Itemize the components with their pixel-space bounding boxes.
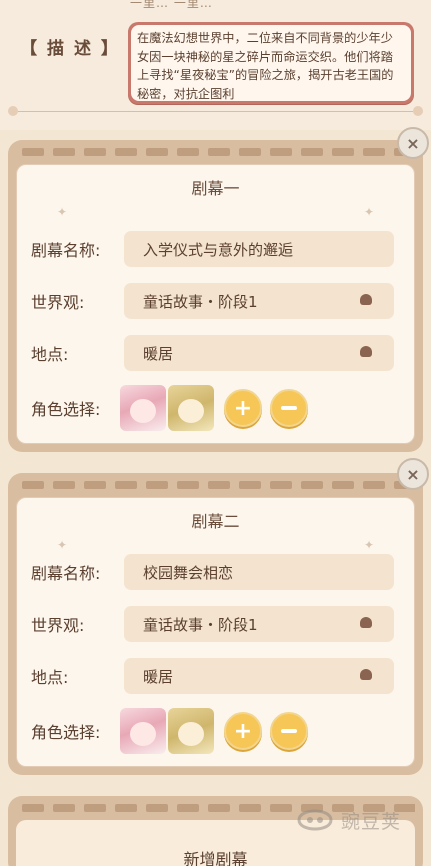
scene-name-label: 剧幕名称: [31,241,101,260]
plus-icon: + [233,395,253,421]
character-avatar[interactable] [120,708,166,754]
remove-role-button[interactable] [270,389,308,427]
scene-card-2: 剧幕二 ✦ ✦ 剧幕名称: 校园舞会相恋 世界观: 童话故事・阶段1 地点: 暖… [8,473,423,775]
add-role-button[interactable]: + [224,712,262,750]
scene-title: 剧幕二 [191,512,240,531]
role-label: 角色选择: [31,723,101,742]
close-icon: × [406,133,420,153]
close-icon: × [406,464,420,484]
star-icon: ✦ [57,538,68,552]
scene-panel: 剧幕一 ✦ ✦ 剧幕名称: 入学仪式与意外的邂逅 世界观: 童话故事・阶段1 地… [16,164,415,444]
world-label: 世界观: [31,616,85,635]
watermark-logo-icon [297,809,333,831]
role-label: 角色选择: [31,400,101,419]
location-select-value: 暖居 [143,667,174,686]
close-scene-1-button[interactable]: × [397,127,429,159]
watermark-text: 豌豆荚 [340,810,401,833]
scene-name-input[interactable]: 校园舞会相恋 [124,554,394,590]
scene-card-1: 剧幕一 ✦ ✦ 剧幕名称: 入学仪式与意外的邂逅 世界观: 童话故事・阶段1 地… [8,140,423,452]
world-select[interactable]: 童话故事・阶段1 [124,606,394,642]
watermark: 豌豆荚 [293,800,401,840]
scene-title: 剧幕一 [191,179,240,198]
location-select[interactable]: 暖居 [124,658,394,694]
location-label: 地点: [31,345,69,364]
location-label: 地点: [31,668,69,687]
scene-name-input[interactable]: 入学仪式与意外的邂逅 [124,231,394,267]
remove-role-button[interactable] [270,712,308,750]
minus-icon [281,729,297,733]
description-text[interactable]: 在魔法幻想世界中，二位来自不同背景的少年少女因一块神秘的星之碎片而命运交织。他们… [131,25,411,101]
location-select[interactable]: 暖居 [124,335,394,371]
description-label: 【 描 述 】 [20,38,120,59]
world-select[interactable]: 童话故事・阶段1 [124,283,394,319]
scene-name-label: 剧幕名称: [31,564,101,583]
card-decor-strip [16,473,415,497]
caret-up-icon [360,617,372,628]
caret-up-icon [360,294,372,305]
character-avatar[interactable] [120,385,166,431]
caret-up-icon [360,669,372,680]
faint-top-text: 一里… 一里… [130,0,213,10]
add-scene-label: 新增剧幕 [183,850,248,866]
star-icon: ✦ [363,205,374,219]
section-divider [8,104,423,118]
star-icon: ✦ [363,538,374,552]
card-decor-strip [16,140,415,164]
minus-icon [281,406,297,410]
world-select-value: 童话故事・阶段1 [143,292,258,311]
character-avatar[interactable] [168,708,214,754]
world-label: 世界观: [31,293,85,312]
close-scene-2-button[interactable]: × [397,458,429,490]
scene-panel: 剧幕二 ✦ ✦ 剧幕名称: 校园舞会相恋 世界观: 童话故事・阶段1 地点: 暖… [16,497,415,767]
caret-up-icon [360,346,372,357]
plus-icon: + [233,718,253,744]
location-select-value: 暖居 [143,344,174,363]
world-select-value: 童话故事・阶段1 [143,615,258,634]
add-role-button[interactable]: + [224,389,262,427]
star-icon: ✦ [57,205,68,219]
description-box[interactable]: 在魔法幻想世界中，二位来自不同背景的少年少女因一块神秘的星之碎片而命运交织。他们… [128,22,414,104]
description-section: 一里… 一里… 【 描 述 】 在魔法幻想世界中，二位来自不同背景的少年少女因一… [0,0,431,130]
character-avatar[interactable] [168,385,214,431]
